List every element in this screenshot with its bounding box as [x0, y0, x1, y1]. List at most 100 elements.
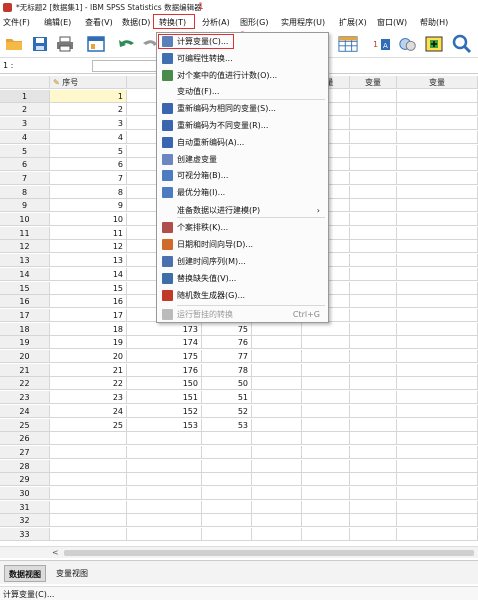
data-cell[interactable]: 21 [50, 363, 127, 377]
data-cell[interactable] [350, 185, 397, 199]
data-cell[interactable] [350, 432, 397, 446]
open-folder-icon[interactable] [4, 34, 24, 54]
data-cell[interactable] [50, 487, 127, 500]
data-cell[interactable] [252, 404, 302, 418]
data-cell[interactable] [397, 254, 478, 268]
data-cell[interactable]: 8 [50, 185, 127, 199]
data-cell[interactable]: 15 [50, 281, 127, 295]
data-cell[interactable] [252, 363, 302, 377]
data-cell[interactable]: 151 [127, 391, 202, 405]
data-cell[interactable]: 16 [50, 295, 127, 309]
data-cell[interactable] [50, 500, 127, 514]
data-cell[interactable] [302, 322, 350, 336]
data-cell[interactable]: 5 [50, 144, 127, 158]
data-cell[interactable] [350, 103, 397, 117]
transform-menu-item[interactable]: 个案排秩(K)... [157, 220, 328, 235]
tab-variable-view[interactable]: 变量视图 [52, 565, 92, 582]
data-cell[interactable] [397, 473, 478, 487]
scroll-left-icon[interactable]: < [52, 548, 59, 557]
row-header[interactable]: 27 [0, 445, 50, 459]
row-header[interactable]: 11 [0, 226, 50, 240]
row-header[interactable]: 3 [0, 117, 50, 131]
data-cell[interactable] [202, 500, 252, 514]
data-cell[interactable] [302, 445, 350, 459]
data-cell[interactable]: 13 [50, 254, 127, 268]
data-cell[interactable] [202, 432, 252, 446]
row-header[interactable]: 13 [0, 254, 50, 268]
data-cell[interactable] [302, 473, 350, 487]
row-header[interactable]: 2 [0, 103, 50, 117]
data-cell[interactable]: 152 [127, 404, 202, 418]
data-cell[interactable] [252, 336, 302, 350]
data-cell[interactable] [397, 213, 478, 226]
data-cell[interactable]: 3 [50, 117, 127, 131]
transform-menu-item[interactable]: 自动重新编码(A)... [157, 135, 328, 150]
data-cell[interactable] [397, 487, 478, 500]
data-cell[interactable] [302, 528, 350, 542]
menu-window[interactable]: 窗口(W) [377, 14, 407, 31]
data-cell[interactable] [302, 336, 350, 350]
add-icon[interactable] [424, 34, 444, 54]
data-cell[interactable] [397, 418, 478, 432]
data-cell[interactable]: 173 [127, 322, 202, 336]
data-cell[interactable] [350, 322, 397, 336]
data-cell[interactable]: 23 [50, 391, 127, 405]
menu-edit[interactable]: 编辑(E) [44, 14, 71, 31]
data-cell[interactable] [350, 158, 397, 172]
data-cell[interactable] [202, 445, 252, 459]
data-cell[interactable]: 24 [50, 404, 127, 418]
row-header[interactable]: 26 [0, 432, 50, 446]
transform-menu-item[interactable]: 可编程性转换... [157, 51, 328, 66]
corner-cell[interactable] [0, 76, 50, 89]
data-cell[interactable] [252, 445, 302, 459]
data-cell[interactable]: 76 [202, 336, 252, 350]
data-cell[interactable]: 75 [202, 322, 252, 336]
row-header[interactable]: 8 [0, 185, 50, 199]
data-cell[interactable] [302, 391, 350, 405]
data-cell[interactable] [252, 528, 302, 542]
row-header[interactable]: 12 [0, 240, 50, 254]
menu-utilities[interactable]: 实用程序(U) [281, 14, 325, 31]
data-cell[interactable] [252, 432, 302, 446]
data-cell[interactable] [397, 336, 478, 350]
row-header[interactable]: 14 [0, 267, 50, 281]
transform-menu-item[interactable]: 准备数据以进行建模(P) › [157, 203, 328, 218]
data-cell[interactable]: 12 [50, 240, 127, 254]
data-cell[interactable] [252, 322, 302, 336]
data-cell[interactable]: 51 [202, 391, 252, 405]
row-header[interactable]: 21 [0, 363, 50, 377]
data-cell[interactable] [127, 528, 202, 542]
data-cell[interactable] [350, 308, 397, 322]
data-cell[interactable] [350, 199, 397, 213]
data-cell[interactable] [350, 130, 397, 144]
row-header[interactable]: 23 [0, 391, 50, 405]
data-cell[interactable] [302, 487, 350, 500]
transform-menu-item[interactable]: 随机数生成器(G)... [157, 288, 328, 303]
data-cell[interactable] [252, 391, 302, 405]
data-cell[interactable] [350, 418, 397, 432]
row-header[interactable]: 15 [0, 281, 50, 295]
data-cell[interactable]: 9 [50, 199, 127, 213]
data-cell[interactable] [302, 459, 350, 473]
data-cell[interactable] [302, 500, 350, 514]
data-cell[interactable] [397, 350, 478, 363]
row-header[interactable]: 9 [0, 199, 50, 213]
data-cell[interactable]: 53 [202, 418, 252, 432]
horizontal-scrollbar[interactable]: < [0, 546, 478, 558]
data-cell[interactable]: 77 [202, 350, 252, 363]
data-cell[interactable] [252, 500, 302, 514]
data-cell[interactable] [350, 144, 397, 158]
data-cell[interactable]: 1 [50, 89, 127, 103]
row-header[interactable]: 31 [0, 500, 50, 514]
menu-graphs[interactable]: 图形(G) [240, 14, 268, 31]
data-cell[interactable] [127, 432, 202, 446]
column-header[interactable]: 变量 [350, 76, 397, 89]
search-icon[interactable] [452, 34, 472, 54]
data-cell[interactable] [350, 213, 397, 226]
data-cell[interactable] [50, 445, 127, 459]
dialog-recall-icon[interactable] [86, 34, 106, 54]
data-cell[interactable] [50, 432, 127, 446]
data-cell[interactable]: 19 [50, 336, 127, 350]
row-header[interactable]: 19 [0, 336, 50, 350]
data-cell[interactable] [397, 144, 478, 158]
